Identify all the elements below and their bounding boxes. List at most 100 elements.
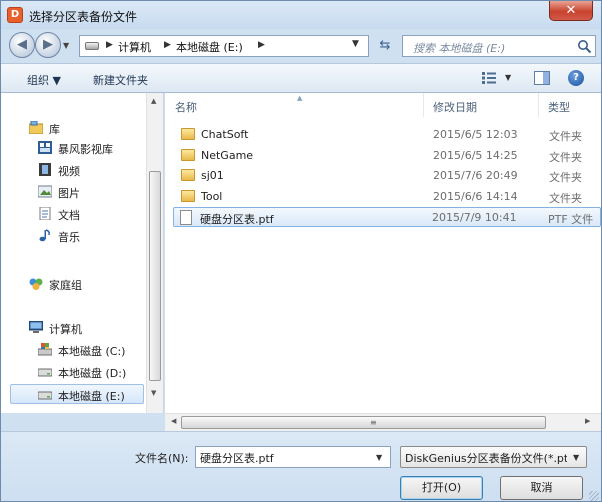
organize-button[interactable]: 组织 ▼: [27, 72, 61, 88]
folder-icon: [181, 190, 195, 202]
refresh-button[interactable]: ⇆: [373, 36, 397, 56]
view-options-icon[interactable]: [482, 71, 496, 85]
resize-grip-icon[interactable]: [589, 491, 599, 501]
scroll-up-icon[interactable]: ▲: [151, 97, 156, 105]
column-header-label: 修改日期: [433, 101, 477, 114]
forward-arrow-icon: ▶: [43, 37, 53, 52]
nav-item-label: 本地磁盘 (E:): [58, 390, 125, 403]
folder-icon: [181, 169, 195, 181]
view-dropdown-icon[interactable]: ▼: [505, 73, 511, 82]
diskgenius-icon: D: [7, 7, 23, 23]
scroll-thumb[interactable]: ≡: [181, 416, 546, 429]
breadcrumb-separator-icon[interactable]: ▶: [106, 40, 113, 50]
new-folder-button[interactable]: 新建文件夹: [93, 72, 148, 88]
title-bar[interactable]: D 选择分区表备份文件 ✕: [1, 1, 601, 29]
scroll-right-icon[interactable]: ▶: [585, 417, 590, 425]
window-title: 选择分区表备份文件: [29, 10, 138, 24]
horizontal-scrollbar[interactable]: ◀ ≡ ▶: [165, 413, 601, 431]
column-header-name[interactable]: 名称 ▲: [165, 93, 423, 117]
search-placeholder: 搜索 本地磁盘 (E:): [413, 42, 506, 55]
file-date: 2015/6/5 12:03: [433, 128, 518, 141]
scroll-down-icon[interactable]: ▼: [151, 389, 156, 397]
file-name: NetGame: [201, 149, 254, 162]
dialog-footer: 文件名(N): 硬盘分区表.ptf ▼ DiskGenius分区表备份文件(*.…: [1, 431, 601, 501]
file-date: 2015/6/6 14:14: [433, 190, 518, 203]
breadcrumb-computer[interactable]: 计算机: [118, 39, 151, 55]
nav-scrollbar[interactable]: ▲ ▼: [146, 93, 163, 413]
nav-item-pictures[interactable]: 图片: [38, 183, 142, 201]
folder-icon: [181, 149, 195, 161]
preview-pane-icon[interactable]: [534, 71, 550, 85]
file-row[interactable]: NetGame 2015/6/5 14:25 文件夹: [175, 146, 601, 166]
breadcrumb-drive-e[interactable]: 本地磁盘 (E:): [176, 39, 243, 55]
file-row[interactable]: ChatSoft 2015/6/5 12:03 文件夹: [175, 125, 601, 145]
command-bar: 组织 ▼ 新建文件夹 ▼ ?: [1, 63, 601, 93]
file-row[interactable]: sj01 2015/7/6 20:49 文件夹: [175, 166, 601, 186]
address-bar[interactable]: ▶ 计算机 ▶ 本地磁盘 (E:) ▶: [79, 35, 369, 57]
breadcrumb-separator-icon[interactable]: ▶: [258, 40, 265, 50]
media-library-icon: [38, 141, 52, 154]
breadcrumb-separator-icon[interactable]: ▶: [164, 40, 171, 50]
column-header-modified[interactable]: 修改日期: [423, 93, 538, 117]
nav-item-videos[interactable]: 视频: [38, 161, 142, 179]
document-icon: [39, 207, 51, 220]
nav-item-computer[interactable]: 计算机: [29, 319, 139, 337]
close-button[interactable]: ✕: [549, 1, 593, 21]
back-arrow-icon: ◀: [17, 37, 27, 52]
help-icon[interactable]: ?: [568, 70, 584, 86]
search-icon[interactable]: [577, 39, 592, 54]
video-icon: [39, 163, 51, 176]
file-name: Tool: [201, 190, 223, 203]
file-type: PTF 文件: [548, 213, 594, 226]
file-name: ChatSoft: [201, 128, 249, 141]
address-dropdown-icon[interactable]: ▼: [352, 39, 359, 49]
folder-icon: [181, 128, 195, 140]
nav-item-drive-d[interactable]: 本地磁盘 (D:): [38, 363, 142, 381]
file-type-filter[interactable]: DiskGenius分区表备份文件(*.ptf) ▼: [400, 446, 587, 468]
nav-item-drive-c[interactable]: 本地磁盘 (C:): [38, 341, 142, 359]
cancel-button[interactable]: 取消: [500, 476, 583, 500]
nav-item-label: 家庭组: [49, 279, 82, 292]
nav-item-music[interactable]: 音乐: [38, 227, 142, 245]
nav-item-label: 本地磁盘 (C:): [58, 345, 126, 358]
music-icon: [39, 229, 50, 242]
file-date: 2015/7/6 20:49: [433, 169, 518, 182]
computer-icon: [29, 321, 43, 333]
homegroup-icon: [29, 278, 43, 290]
column-header-type[interactable]: 类型: [538, 93, 601, 117]
recent-locations-dropdown[interactable]: ▼: [63, 41, 69, 50]
back-button[interactable]: ◀: [9, 32, 35, 58]
column-header-label: 名称: [175, 101, 197, 114]
file-row[interactable]: Tool 2015/6/6 14:14 文件夹: [175, 187, 601, 207]
filename-value[interactable]: 硬盘分区表.ptf: [200, 450, 274, 466]
system-drive-icon: [38, 343, 52, 356]
chevron-down-icon[interactable]: ▼: [573, 453, 579, 462]
search-box[interactable]: 搜索 本地磁盘 (E:): [402, 35, 596, 57]
library-icon: [29, 121, 43, 134]
scroll-left-icon[interactable]: ◀: [171, 417, 176, 425]
nav-item-libraries[interactable]: 库: [29, 119, 139, 137]
file-list: 名称 ▲ 修改日期 类型 ChatSoft 2015/6/5 12:03 文件夹…: [165, 93, 601, 413]
filename-input[interactable]: 硬盘分区表.ptf ▼: [195, 446, 391, 468]
scroll-thumb[interactable]: [149, 171, 161, 381]
file-name: sj01: [201, 169, 224, 182]
nav-item-label: 库: [49, 123, 60, 136]
forward-button[interactable]: ▶: [35, 32, 61, 58]
file-open-dialog: D 选择分区表备份文件 ✕ ◀ ▶ ▼ ▶ 计算机 ▶ 本地磁盘 (E:) ▶ …: [0, 0, 602, 502]
filename-label: 文件名(N):: [135, 452, 189, 465]
nav-item-documents[interactable]: 文档: [38, 205, 142, 223]
file-row-selected[interactable]: 硬盘分区表.ptf 2015/7/9 10:41 PTF 文件: [173, 207, 601, 227]
chevron-down-icon[interactable]: ▼: [376, 453, 382, 462]
nav-item-label: 计算机: [49, 323, 82, 336]
file-date: 2015/7/9 10:41: [432, 211, 517, 224]
file-type: 文件夹: [549, 192, 582, 205]
nav-item-drive-e[interactable]: 本地磁盘 (E:): [10, 384, 144, 404]
sort-ascending-icon: ▲: [297, 94, 303, 102]
nav-item-homegroup[interactable]: 家庭组: [29, 275, 139, 293]
file-type: 文件夹: [549, 151, 582, 164]
open-button[interactable]: 打开(O): [400, 476, 483, 500]
file-date: 2015/6/5 14:25: [433, 149, 518, 162]
drive-icon: [38, 368, 52, 377]
file-type: 文件夹: [549, 130, 582, 143]
nav-item-media-library[interactable]: 暴风影视库: [38, 139, 142, 157]
